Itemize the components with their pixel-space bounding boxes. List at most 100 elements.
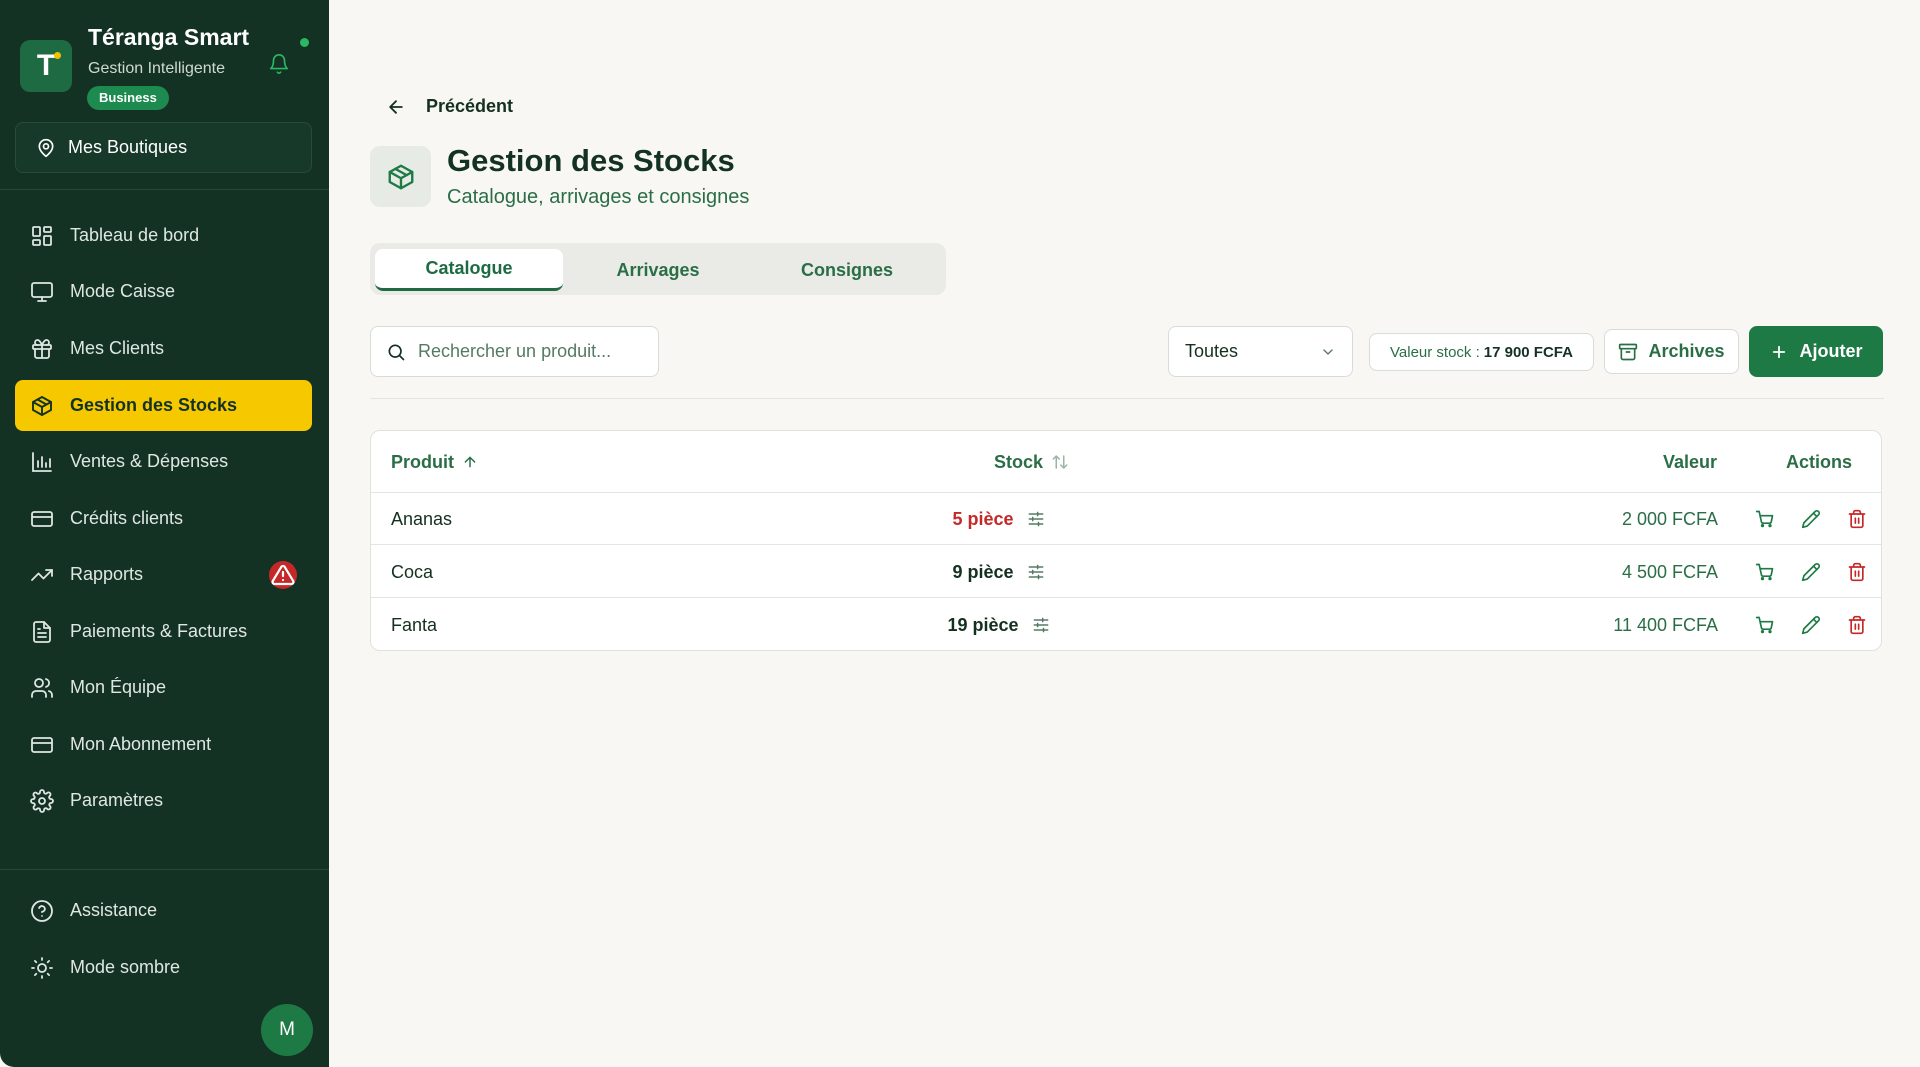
product-value: 4 500 FCFA — [1621, 561, 1718, 582]
app-title: Téranga Smart — [88, 24, 250, 50]
column-stock-header[interactable]: Stock — [994, 431, 1069, 493]
pencil-icon — [1801, 563, 1820, 582]
sidebar-item-pos-mode[interactable]: Mode Caisse — [15, 266, 312, 317]
add-product-button[interactable]: Ajouter — [1749, 326, 1883, 377]
page-subtitle: Catalogue, arrivages et consignes — [447, 186, 750, 208]
adjust-stock-icon[interactable] — [1026, 562, 1046, 582]
sidebar-item-label: Assistance — [70, 900, 158, 920]
table-row: Coca 9 pièce 4 500 FCFA — [371, 546, 1881, 598]
app-logo: T — [20, 40, 72, 92]
back-label: Précédent — [426, 96, 514, 116]
stock-quantity: 9 pièce — [952, 561, 1014, 582]
page-title: Gestion des Stocks — [447, 143, 735, 178]
edit-button[interactable] — [1799, 599, 1823, 650]
shops-label: Mes Boutiques — [68, 137, 188, 157]
plus-icon — [1772, 345, 1785, 358]
column-label: Produit — [391, 451, 454, 472]
add-label: Ajouter — [1799, 341, 1863, 361]
sell-button[interactable] — [1753, 493, 1777, 545]
credit-card-icon — [31, 736, 53, 753]
toolbar-divider — [370, 398, 1884, 399]
stock-value-label: Valeur stock : — [1390, 343, 1480, 361]
search-input[interactable] — [418, 341, 638, 362]
tab-bar: Catalogue Arrivages Consignes — [370, 243, 946, 295]
tab-catalogue[interactable]: Catalogue — [375, 249, 563, 291]
sidebar-item-payments[interactable]: Paiements & Factures — [15, 606, 312, 657]
sidebar-item-help[interactable]: Assistance — [15, 885, 312, 936]
shops-selector-button[interactable]: Mes Boutiques — [15, 122, 312, 173]
adjust-stock-icon[interactable] — [1031, 615, 1051, 635]
category-select-value: Toutes — [1185, 341, 1239, 361]
chevron-down-icon — [1323, 348, 1333, 355]
sidebar-item-stocks[interactable]: Gestion des Stocks — [15, 380, 312, 431]
sidebar-item-reports[interactable]: Rapports — [15, 549, 312, 600]
sidebar-divider — [0, 189, 329, 190]
search-icon — [388, 344, 405, 360]
back-button[interactable]: Précédent — [386, 96, 513, 117]
document-icon — [33, 620, 51, 643]
help-icon — [31, 899, 53, 922]
dark-mode-toggle[interactable]: Mode sombre — [15, 942, 312, 993]
product-value: 11 400 FCFA — [1613, 614, 1718, 635]
cart-icon — [1755, 510, 1774, 528]
product-name: Coca — [391, 561, 434, 582]
sidebar-item-settings[interactable]: Paramètres — [15, 775, 312, 826]
delete-button[interactable] — [1845, 599, 1869, 650]
sell-button[interactable] — [1753, 546, 1777, 598]
logo-dot — [54, 52, 61, 59]
online-status-dot — [300, 38, 309, 47]
cart-icon — [1755, 563, 1774, 581]
sidebar-item-credits[interactable]: Crédits clients — [15, 493, 312, 544]
sell-button[interactable] — [1753, 599, 1777, 650]
tab-consignes[interactable]: Consignes — [753, 249, 941, 291]
user-avatar[interactable]: M — [261, 1004, 313, 1056]
main-content: Précédent Gestion des Stocks Catalogue, … — [329, 0, 1920, 1067]
sidebar-item-team[interactable]: Mon Équipe — [15, 662, 312, 713]
plan-badge: Business — [87, 86, 169, 110]
product-value: 2 000 FCFA — [1621, 508, 1718, 529]
users-icon — [31, 677, 53, 698]
gift-icon — [32, 338, 52, 359]
stock-value-amount: 17 900 FCFA — [1483, 343, 1573, 361]
category-select[interactable]: Toutes — [1168, 326, 1353, 377]
sidebar-item-sales[interactable]: Ventes & Dépenses — [15, 436, 312, 487]
sidebar-divider — [0, 869, 329, 870]
sidebar-item-label: Gestion des Stocks — [70, 395, 238, 415]
adjust-stock-icon[interactable] — [1026, 509, 1046, 529]
sidebar-item-label: Mode Caisse — [70, 281, 176, 301]
sidebar-item-label: Paramètres — [70, 790, 164, 810]
sidebar-item-label: Mon Abonnement — [70, 734, 212, 754]
stock-cell: 9 pièce — [899, 546, 1099, 598]
bell-icon[interactable] — [268, 53, 290, 75]
delete-button[interactable] — [1845, 493, 1869, 545]
stock-quantity: 5 pièce — [952, 508, 1014, 529]
sidebar-item-subscription[interactable]: Mon Abonnement — [15, 719, 312, 770]
sidebar-item-label: Ventes & Dépenses — [70, 451, 229, 471]
trending-up-icon — [31, 568, 53, 581]
stock-cell: 5 pièce — [899, 493, 1099, 545]
sidebar-item-dashboard[interactable]: Tableau de bord — [15, 210, 312, 261]
sidebar-item-label: Crédits clients — [70, 508, 184, 528]
edit-button[interactable] — [1799, 493, 1823, 545]
table-header: Produit Stock Valeur Actions — [371, 431, 1881, 493]
warning-icon — [269, 561, 297, 589]
credit-card-icon — [31, 510, 53, 527]
edit-button[interactable] — [1799, 546, 1823, 598]
sort-asc-icon — [464, 456, 476, 468]
package-icon — [32, 395, 52, 416]
sidebar-item-clients[interactable]: Mes Clients — [15, 323, 312, 374]
trash-icon — [1848, 509, 1866, 529]
column-product-header[interactable]: Produit — [391, 431, 478, 493]
search-box[interactable] — [370, 326, 659, 377]
archives-button[interactable]: Archives — [1604, 329, 1739, 374]
sort-both-icon — [1052, 455, 1068, 469]
delete-button[interactable] — [1845, 546, 1869, 598]
column-label: Actions — [1786, 451, 1853, 472]
pencil-icon — [1801, 510, 1820, 529]
sun-icon — [31, 956, 53, 979]
arrow-left-icon — [389, 99, 403, 114]
column-label: Valeur — [1663, 451, 1718, 472]
archive-icon — [1619, 343, 1638, 360]
tab-arrivages[interactable]: Arrivages — [564, 249, 752, 291]
column-value-header: Valeur — [1663, 431, 1717, 493]
